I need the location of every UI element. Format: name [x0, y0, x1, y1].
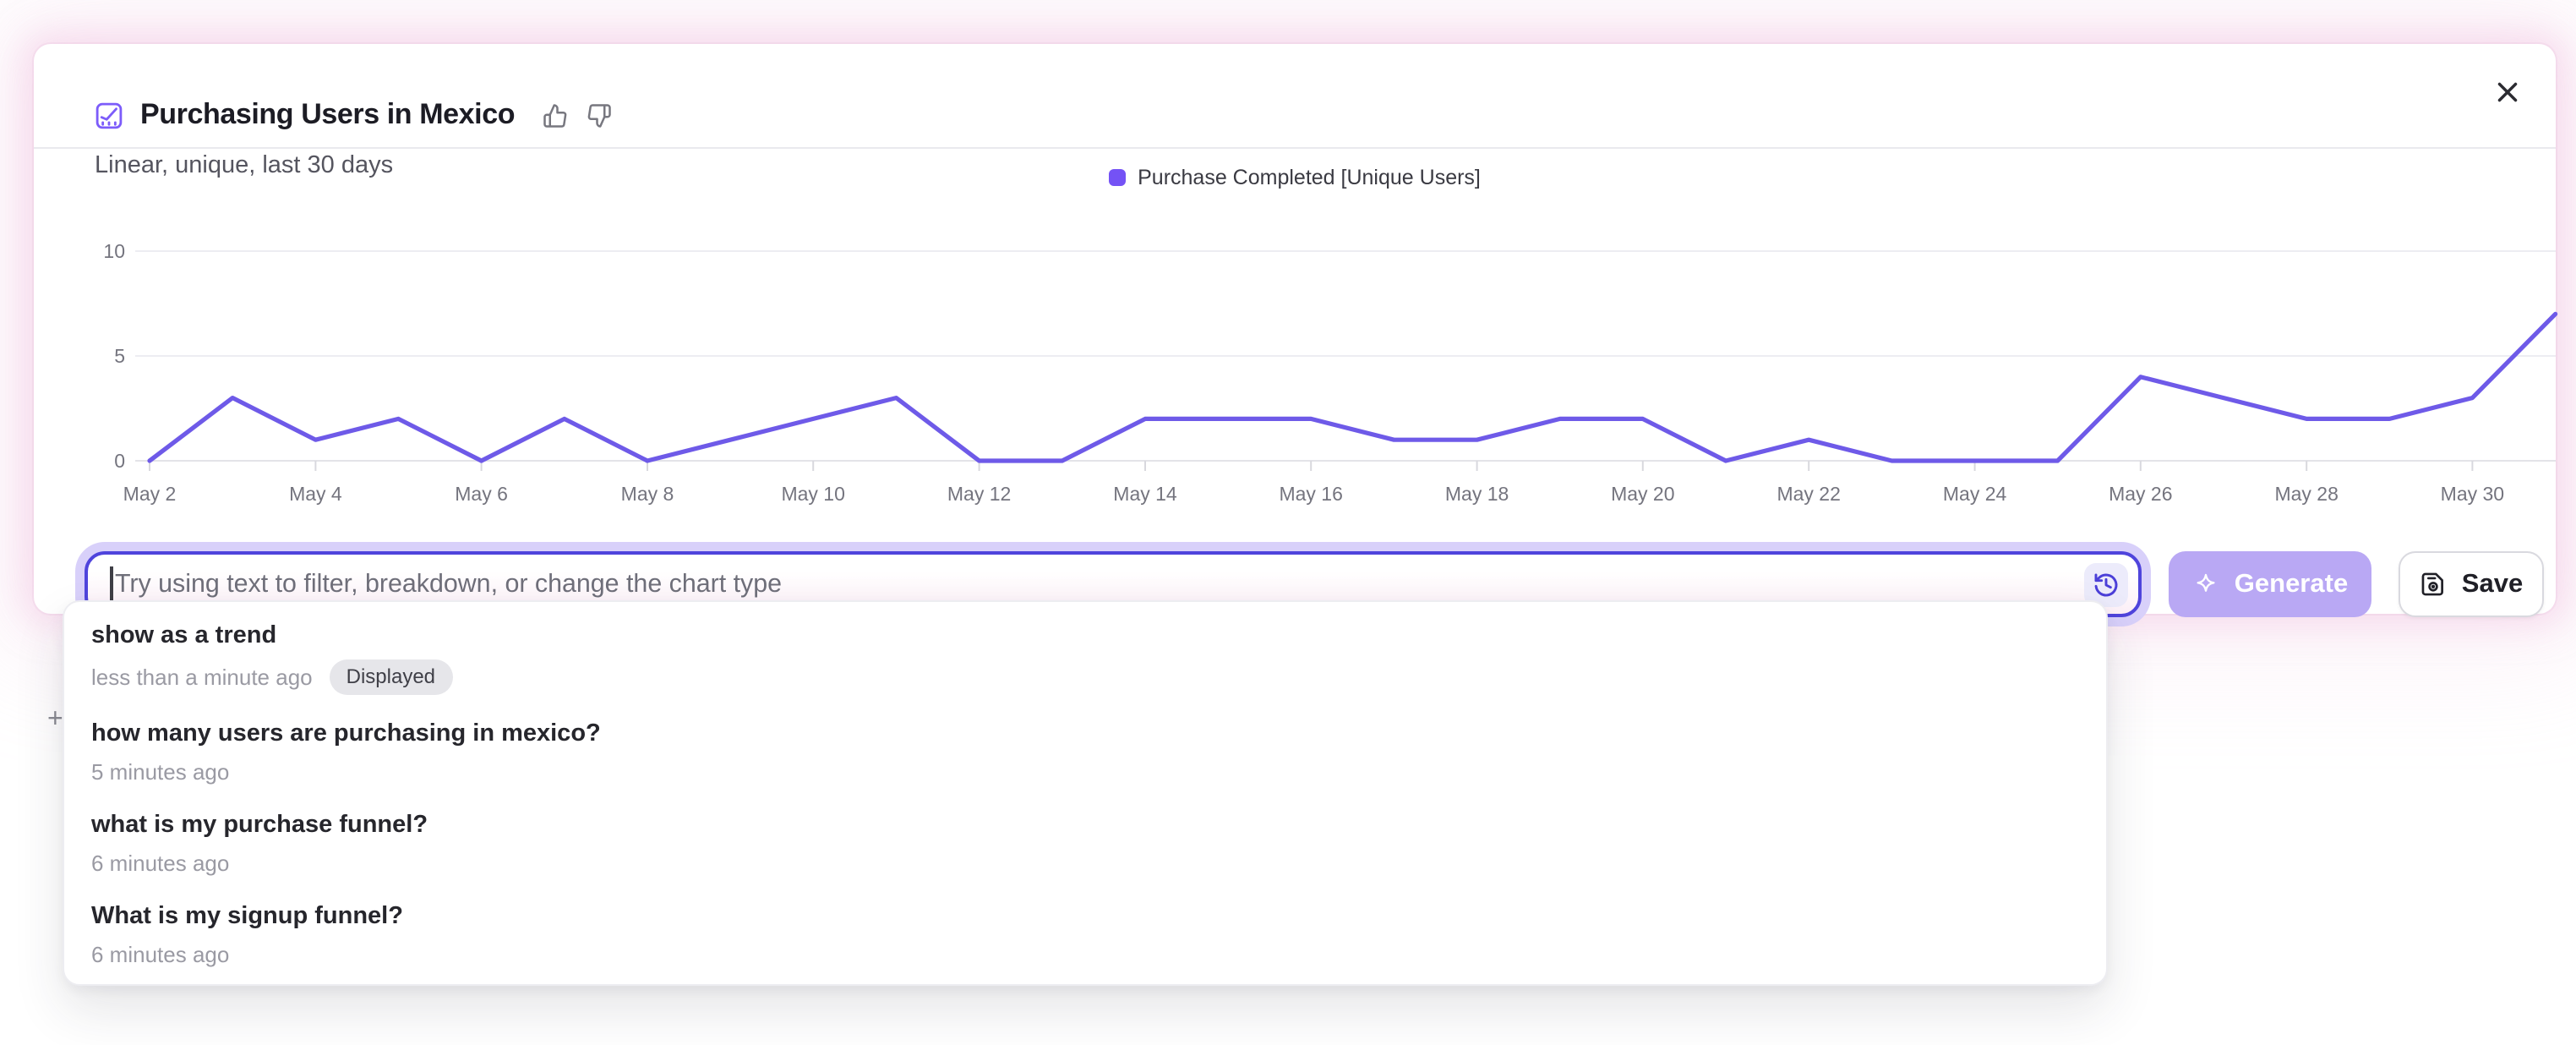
generate-label: Generate — [2235, 569, 2348, 599]
history-item-subrow: less than a minute ago Displayed — [91, 659, 2079, 695]
svg-text:10: 10 — [103, 240, 125, 262]
history-item-subrow: 6 minutes ago — [91, 849, 2079, 878]
history-item-title: What is my signup funnel? — [91, 901, 2079, 933]
svg-text:May 30: May 30 — [2441, 483, 2504, 505]
history-item[interactable]: What is my signup funnel? 6 minutes ago — [64, 888, 2106, 979]
svg-text:May 4: May 4 — [289, 483, 342, 505]
svg-text:May 6: May 6 — [455, 483, 508, 505]
svg-text:May 2: May 2 — [123, 483, 177, 505]
history-item-time: 6 minutes ago — [91, 940, 229, 969]
svg-text:May 8: May 8 — [621, 483, 674, 505]
history-item[interactable]: show as a trend less than a minute ago D… — [64, 607, 2106, 705]
history-dropdown: show as a trend less than a minute ago D… — [63, 600, 2108, 986]
history-item[interactable]: what is my purchase funnel? 6 minutes ag… — [64, 796, 2106, 888]
svg-text:May 14: May 14 — [1113, 483, 1177, 505]
save-label: Save — [2462, 569, 2523, 599]
line-chart: 0 5 10 May 2 May 4 May 6 May 8 May 10 May 12 May … — [34, 44, 2576, 551]
history-icon — [2092, 571, 2119, 598]
history-item[interactable]: how many users are purchasing in mexico?… — [64, 705, 2106, 796]
svg-text:May 28: May 28 — [2274, 483, 2338, 505]
svg-text:May 22: May 22 — [1776, 483, 1840, 505]
svg-text:May 24: May 24 — [1943, 483, 2007, 505]
svg-text:5: 5 — [114, 345, 125, 367]
svg-text:May 20: May 20 — [1611, 483, 1674, 505]
displayed-badge: Displayed — [330, 659, 452, 695]
svg-text:0: 0 — [114, 450, 125, 472]
save-button[interactable]: Save — [2399, 551, 2544, 617]
page: Purchasing Users in Mexico Linear, uniqu… — [0, 0, 2576, 1045]
save-icon — [2420, 570, 2448, 599]
chart-card: Purchasing Users in Mexico Linear, uniqu… — [34, 44, 2556, 614]
history-item-subrow: 5 minutes ago — [91, 758, 2079, 786]
history-item-time: less than a minute ago — [91, 663, 313, 692]
history-item-subrow: 6 minutes ago — [91, 940, 2079, 969]
background-plus-glyph: + — [47, 705, 63, 736]
history-item-title: how many users are purchasing in mexico? — [91, 719, 2079, 751]
text-caret — [110, 566, 112, 602]
svg-text:May 18: May 18 — [1445, 483, 1509, 505]
svg-text:May 26: May 26 — [2109, 483, 2172, 505]
svg-text:May 16: May 16 — [1279, 483, 1342, 505]
history-item-time: 5 minutes ago — [91, 758, 229, 786]
history-item-time: 6 minutes ago — [91, 849, 229, 878]
svg-text:May 12: May 12 — [947, 483, 1011, 505]
sparkle-icon — [2192, 571, 2219, 598]
generate-button[interactable]: Generate — [2169, 551, 2371, 617]
history-item-title: show as a trend — [91, 621, 2079, 653]
history-item-title: what is my purchase funnel? — [91, 810, 2079, 842]
svg-text:May 10: May 10 — [781, 483, 844, 505]
